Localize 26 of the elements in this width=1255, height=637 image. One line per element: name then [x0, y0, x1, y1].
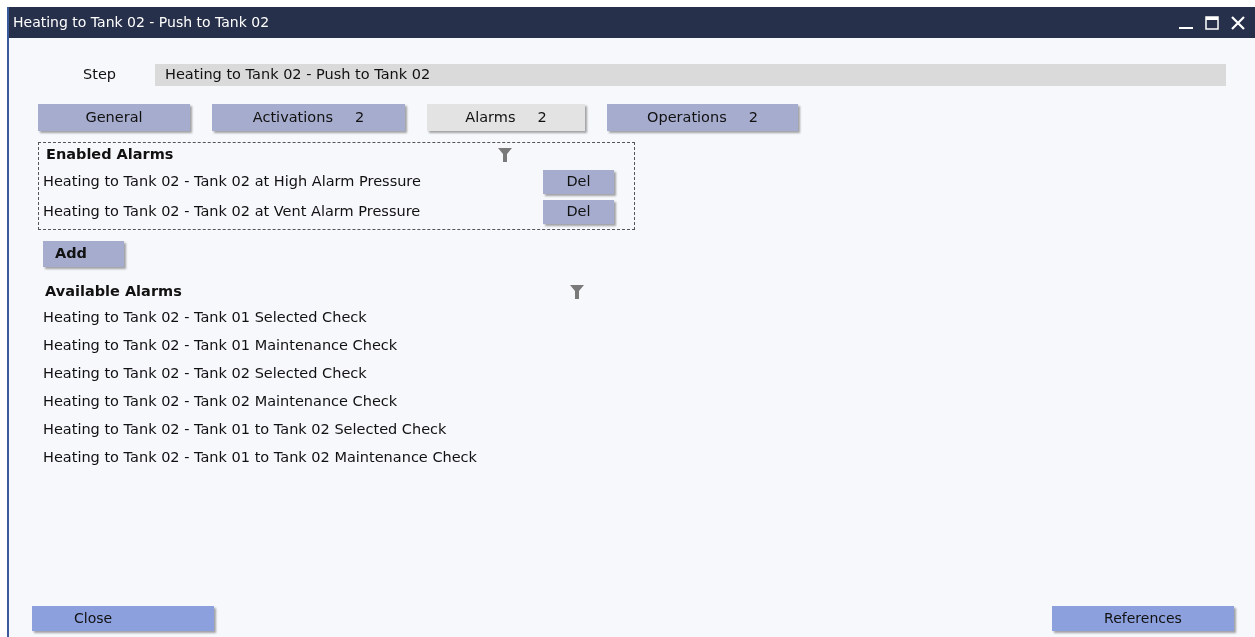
- step-label: Step: [83, 65, 117, 85]
- enabled-alarm: Heating to Tank 02 - Tank 02 at High Alarm Pressure: [43, 172, 421, 192]
- section-title: Enabled Alarms: [46, 145, 174, 165]
- delete-button[interactable]: Del: [543, 200, 614, 224]
- tab[interactable]: Alarms 2: [427, 104, 585, 131]
- enabled-alarm: Heating to Tank 02 - Tank 02 at Vent Alarm Pressure: [43, 202, 421, 222]
- section-title: Available Alarms: [45, 282, 182, 302]
- window-title: Heating to Tank 02 - Push to Tank 02: [13, 13, 270, 32]
- step-field[interactable]: Heating to Tank 02 - Push to Tank 02: [155, 64, 1226, 86]
- references-button[interactable]: References: [1052, 606, 1234, 631]
- tab[interactable]: Operations 2: [607, 104, 798, 131]
- available-alarm[interactable]: Heating to Tank 02 - Tank 02 Maintenance Check: [43, 388, 1255, 416]
- tab[interactable]: General: [38, 104, 190, 131]
- filter-icon[interactable]: [497, 147, 513, 163]
- maximize-icon[interactable]: [1205, 15, 1219, 30]
- available-alarm[interactable]: Heating to Tank 02 - Tank 01 to Tank 02 Selected Check: [43, 416, 1255, 444]
- delete-button[interactable]: Del: [543, 170, 614, 194]
- available-alarm[interactable]: Heating to Tank 02 - Tank 01 to Tank 02 Maintenance Check: [43, 444, 1255, 472]
- add-button[interactable]: Add: [43, 241, 124, 267]
- available-alarm[interactable]: Heating to Tank 02 - Tank 01 Maintenance Check: [43, 332, 1255, 360]
- close-icon[interactable]: [1231, 15, 1245, 30]
- available-alarm[interactable]: Heating to Tank 02 - Tank 02 Selected Check: [43, 360, 1255, 388]
- tab[interactable]: Activations 2: [212, 104, 405, 131]
- available-alarm[interactable]: Heating to Tank 02 - Tank 01 Selected Check: [43, 304, 1255, 332]
- filter-icon[interactable]: [569, 284, 585, 300]
- close-button[interactable]: Close: [32, 606, 214, 631]
